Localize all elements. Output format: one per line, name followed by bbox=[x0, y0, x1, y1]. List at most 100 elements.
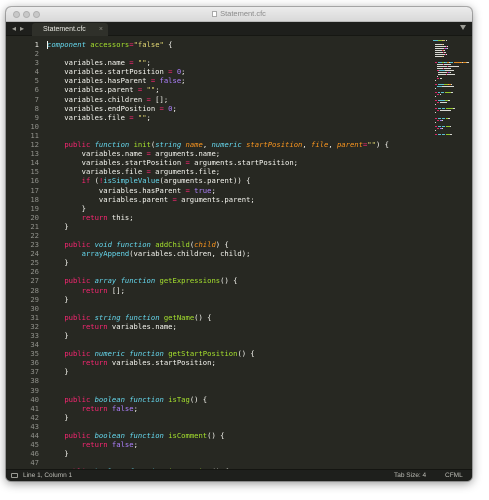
code-line[interactable] bbox=[47, 267, 427, 276]
code-line[interactable]: public array function getExpressions() { bbox=[47, 276, 427, 285]
minimap-mark bbox=[446, 54, 448, 55]
syntax-selector[interactable]: CFML bbox=[445, 470, 463, 481]
minimap-mark bbox=[434, 52, 444, 53]
minimap-mark bbox=[448, 66, 460, 67]
code-line[interactable] bbox=[47, 122, 427, 131]
code-line[interactable]: if (!isSimpleValue(arguments.parent)) { bbox=[47, 176, 427, 185]
tab-close-icon[interactable]: × bbox=[99, 23, 103, 36]
code-line[interactable]: arrayAppend(variables.children, child); bbox=[47, 249, 427, 258]
minimap-mark bbox=[467, 62, 469, 63]
code-line[interactable]: variables.parent = arguments.parent; bbox=[47, 195, 427, 204]
tab-menu-chevron-icon[interactable] bbox=[460, 25, 466, 30]
minimap-mark bbox=[444, 50, 446, 51]
code-line[interactable]: variables.name = ""; bbox=[47, 58, 427, 67]
code-token: ; bbox=[133, 440, 138, 450]
code-editor[interactable]: 1 2 3 4 5 6 7 8 9 10 11 12 13 14 15 16 17 18 19 20 21 22 23 24 2… bbox=[6, 36, 472, 469]
code-line[interactable]: variables.file = arguments.file; bbox=[47, 167, 427, 176]
minimap-mark bbox=[442, 120, 443, 121]
code-line[interactable]: } bbox=[47, 204, 427, 213]
code-line[interactable]: } bbox=[47, 222, 427, 231]
code-line[interactable]: component accessors="false" { bbox=[47, 40, 427, 49]
code-line[interactable]: } bbox=[47, 367, 427, 376]
code-line[interactable] bbox=[47, 422, 427, 431]
code-line[interactable] bbox=[47, 386, 427, 395]
code-token: child bbox=[194, 240, 216, 250]
code-line[interactable] bbox=[47, 340, 427, 349]
minimap-mark bbox=[441, 108, 446, 109]
code-line[interactable]: } bbox=[47, 295, 427, 304]
code-line[interactable]: return variables.startPosition; bbox=[47, 358, 427, 367]
forward-arrow-icon[interactable]: ▸ bbox=[20, 24, 24, 33]
line-number: 38 bbox=[30, 376, 39, 386]
code-token: ; bbox=[211, 185, 216, 195]
code-line[interactable]: public boolean function isComment() { bbox=[47, 431, 427, 440]
document-icon bbox=[212, 11, 218, 17]
code-line[interactable]: variables.hasParent = true; bbox=[47, 186, 427, 195]
code-line[interactable]: variables.startPosition = arguments.star… bbox=[47, 158, 427, 167]
code-line[interactable] bbox=[47, 49, 427, 58]
minimap-mark bbox=[434, 44, 442, 45]
code-line[interactable]: public numeric function getStartPosition… bbox=[47, 349, 427, 358]
code-token: this; bbox=[107, 212, 134, 222]
code-line[interactable]: return variables.name; bbox=[47, 322, 427, 331]
code-area[interactable]: component accessors="false" { variables.… bbox=[47, 40, 427, 469]
code-line[interactable]: public function init(string name, numeri… bbox=[47, 140, 427, 149]
minimap-mark bbox=[434, 88, 436, 89]
code-line[interactable]: } bbox=[47, 449, 427, 458]
code-line[interactable]: } bbox=[47, 331, 427, 340]
code-token: []; bbox=[150, 94, 169, 104]
minimap-mark bbox=[434, 48, 444, 49]
code-token: { bbox=[163, 40, 173, 49]
code-token: function bbox=[129, 394, 164, 404]
code-token: function bbox=[129, 431, 164, 441]
code-token: ; bbox=[155, 85, 160, 95]
code-line[interactable]: variables.file = ""; bbox=[47, 113, 427, 122]
line-number: 35 bbox=[30, 349, 39, 359]
code-line[interactable]: public void function addChild(child) { bbox=[47, 240, 427, 249]
panel-toggle-icon[interactable] bbox=[11, 473, 18, 478]
code-token: getName bbox=[163, 312, 195, 322]
line-number: 8 bbox=[34, 103, 39, 113]
code-token: false bbox=[111, 403, 134, 413]
code-line[interactable]: variables.children = []; bbox=[47, 95, 427, 104]
code-line[interactable] bbox=[47, 376, 427, 385]
line-number: 17 bbox=[30, 185, 39, 195]
code-line[interactable]: return false; bbox=[47, 404, 427, 413]
minimap[interactable] bbox=[433, 40, 469, 140]
code-token: parent bbox=[336, 140, 363, 150]
code-line[interactable] bbox=[47, 231, 427, 240]
code-token: } bbox=[47, 412, 69, 422]
code-line[interactable]: variables.name = arguments.name; bbox=[47, 149, 427, 158]
line-number: 3 bbox=[34, 58, 39, 68]
code-line[interactable]: } bbox=[47, 258, 427, 267]
code-token: ; bbox=[181, 76, 186, 86]
code-line[interactable] bbox=[47, 131, 427, 140]
code-token: () { bbox=[237, 349, 255, 359]
code-token: return bbox=[81, 321, 108, 331]
code-line[interactable]: variables.hasParent = false; bbox=[47, 76, 427, 85]
code-line[interactable]: public boolean function isTag() { bbox=[47, 395, 427, 404]
code-line[interactable]: variables.parent = ""; bbox=[47, 85, 427, 94]
code-token: numeric bbox=[211, 140, 242, 150]
code-token: "" bbox=[137, 112, 147, 122]
code-line[interactable] bbox=[47, 304, 427, 313]
back-arrow-icon[interactable]: ◂ bbox=[12, 24, 16, 33]
line-number: 4 bbox=[34, 67, 39, 77]
tab-size-selector[interactable]: Tab Size: 4 bbox=[394, 470, 426, 481]
code-token: } bbox=[47, 449, 69, 459]
code-line[interactable]: return []; bbox=[47, 286, 427, 295]
code-line[interactable]: return false; bbox=[47, 440, 427, 449]
code-line[interactable] bbox=[47, 458, 427, 467]
code-line[interactable]: variables.endPosition = 0; bbox=[47, 104, 427, 113]
minimap-mark bbox=[439, 102, 447, 103]
code-line[interactable]: public string function getName() { bbox=[47, 313, 427, 322]
tab-statement-cfc[interactable]: Statement.cfc × bbox=[32, 23, 108, 36]
code-token: ; bbox=[146, 58, 151, 68]
code-token: accessors bbox=[90, 40, 130, 49]
code-line[interactable]: return this; bbox=[47, 213, 427, 222]
line-number: 10 bbox=[30, 121, 39, 131]
code-line[interactable]: variables.startPosition = 0; bbox=[47, 67, 427, 76]
text-cursor bbox=[47, 41, 48, 49]
code-line[interactable]: } bbox=[47, 413, 427, 422]
